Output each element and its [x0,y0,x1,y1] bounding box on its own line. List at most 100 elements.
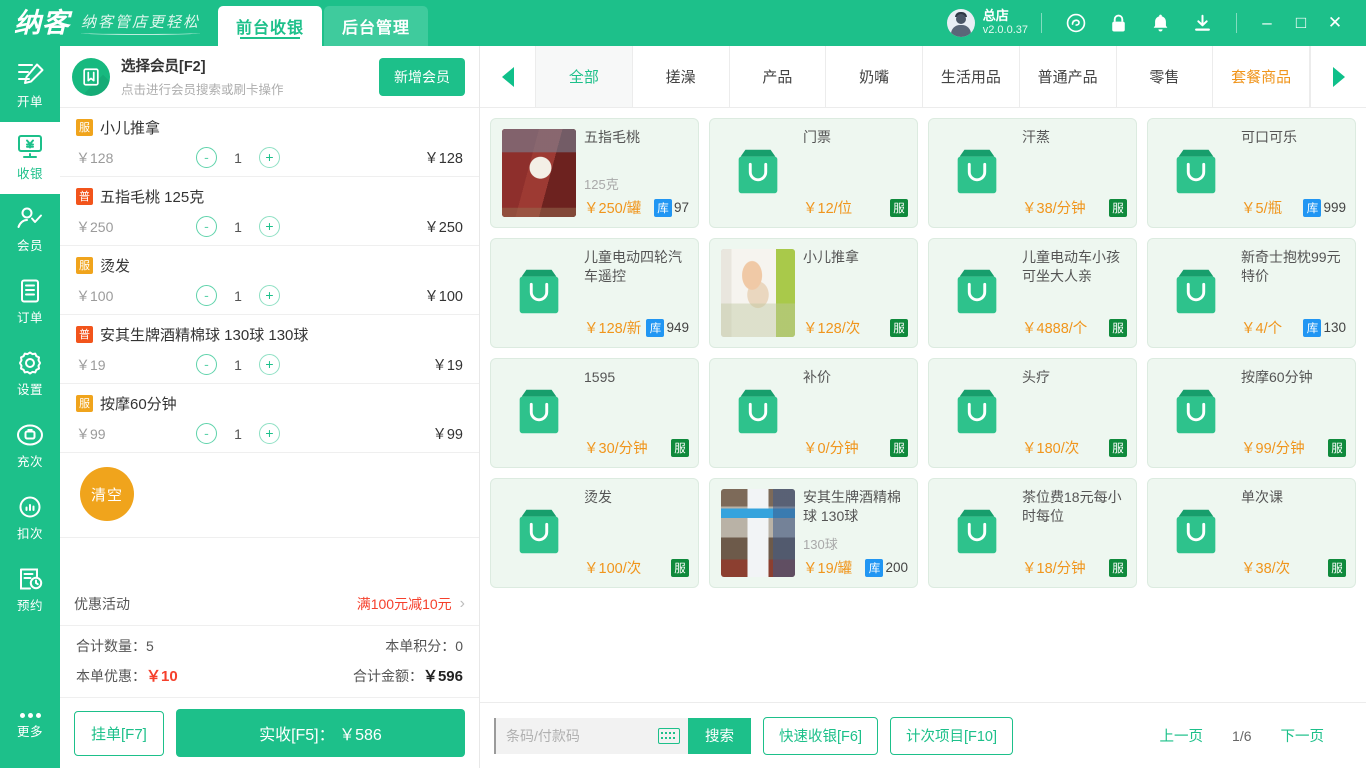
product-card[interactable]: 汗蒸￥38/分钟服 [928,118,1137,228]
tab-backend-management[interactable]: 后台管理 [324,6,428,46]
member-select-subtitle: 点击进行会员搜索或刷卡操作 [121,79,284,98]
sidebar-item-yuyue[interactable]: 预约 [0,554,60,626]
product-card[interactable]: 补价￥0/分钟服 [709,358,918,468]
increase-quantity-button[interactable]: + [259,354,280,375]
category-tab-bar: 全部 搓澡 产品 奶嘴 生活用品 普通产品 零售 套餐商品 [480,46,1366,108]
stock-count: 999 [1323,200,1346,215]
sidebar-label: 开单 [17,91,43,110]
pos-application: 纳客 纳客管店更轻松 前台收银 后台管理 总店 v2.0.0.37 [0,0,1366,768]
decrease-quantity-button[interactable]: - [196,216,217,237]
product-card[interactable]: 茶位费18元每小时每位￥18/分钟服 [928,478,1137,588]
tab-front-cashier[interactable]: 前台收银 [218,6,322,46]
count-item-button[interactable]: 计次项目[F10] [890,717,1013,755]
bag-icon [1157,128,1235,218]
product-card[interactable]: 儿童电动四轮汽车遥控￥128/新库949 [490,238,699,348]
prev-page-button[interactable]: 上一页 [1138,719,1220,753]
product-card[interactable]: 单次课￥38/次服 [1147,478,1356,588]
decrease-quantity-button[interactable]: - [196,354,217,375]
cart-row[interactable]: 普 五指毛桃 125克 ￥250 - 1 + ￥250 [60,177,479,246]
add-member-button[interactable]: 新增会员 [379,58,465,96]
user-box[interactable]: 总店 v2.0.0.37 [947,9,1028,37]
product-card[interactable]: 五指毛桃125克￥250/罐库97 [490,118,699,228]
product-card[interactable]: 1595￥30/分钟服 [490,358,699,468]
search-input[interactable] [506,728,646,744]
sidebar-item-kaidan[interactable]: 开单 [0,50,60,122]
product-card-body: 小儿推拿￥128/次服 [797,248,908,338]
product-name: 补价 [803,368,908,387]
cart-item-total: ￥19 [432,354,463,375]
sidebar-item-more[interactable]: 更多 [0,690,60,762]
headset-icon[interactable] [1061,8,1091,38]
decrease-quantity-button[interactable]: - [196,423,217,444]
product-card[interactable]: 新奇士抱枕99元特价￥4/个库130 [1147,238,1356,348]
promotion-row[interactable]: 优惠活动 满100元减10元 › [60,583,479,626]
product-card-body: 按摩60分钟￥99/分钟服 [1235,368,1346,458]
category-tab-all[interactable]: 全部 [536,46,633,107]
decrease-quantity-button[interactable]: - [196,147,217,168]
product-card[interactable]: 按摩60分钟￥99/分钟服 [1147,358,1356,468]
checkout-button[interactable]: 实收[F5]： ￥586 [176,709,465,757]
sidebar-label: 预约 [17,595,43,614]
close-button[interactable]: ✕ [1318,6,1352,40]
product-name: 可口可乐 [1241,128,1346,147]
search-input-wrap [494,718,688,754]
increase-quantity-button[interactable]: + [259,285,280,306]
bag-icon [938,488,1016,578]
cart-row[interactable]: 服 小儿推拿 ￥128 - 1 + ￥128 [60,108,479,177]
product-card-footer: ￥99/分钟服 [1241,437,1346,458]
sidebar-item-dingdan[interactable]: 订单 [0,266,60,338]
product-card[interactable]: 门票￥12/位服 [709,118,918,228]
quantity-stepper: - 1 + [196,354,280,375]
hold-order-button[interactable]: 挂单[F7] [74,711,164,756]
minimize-button[interactable]: – [1250,6,1284,40]
category-tab-chanpin[interactable]: 产品 [730,46,827,107]
increase-quantity-button[interactable]: + [259,423,280,444]
product-card[interactable]: 烫发￥100/次服 [490,478,699,588]
sidebar-item-kouci[interactable]: 扣次 [0,482,60,554]
keyboard-icon[interactable] [658,728,680,744]
category-tab-putongchanpin[interactable]: 普通产品 [1020,46,1117,107]
product-price: ￥5/瓶 [1241,197,1282,218]
cart-row[interactable]: 服 按摩60分钟 ￥99 - 1 + ￥99 [60,384,479,453]
product-card[interactable]: 安其生牌酒精棉球 130球130球￥19/罐库200 [709,478,918,588]
clear-cart-button[interactable]: 清空 [80,467,134,521]
download-icon[interactable] [1187,8,1217,38]
cart-row[interactable]: 服 烫发 ￥100 - 1 + ￥100 [60,246,479,315]
increase-quantity-button[interactable]: + [259,147,280,168]
quick-cashier-button[interactable]: 快速收银[F6] [763,717,878,755]
maximize-button[interactable]: □ [1284,6,1318,40]
product-card[interactable]: 小儿推拿￥128/次服 [709,238,918,348]
category-tab-lingshou[interactable]: 零售 [1117,46,1214,107]
cart-row[interactable]: 普 安其生牌酒精棉球 130球 130球 ￥19 - 1 + ￥19 [60,315,479,384]
increase-quantity-button[interactable]: + [259,216,280,237]
product-card[interactable]: 头疗￥180/次服 [928,358,1137,468]
category-tab-cuozao[interactable]: 搓澡 [633,46,730,107]
sidebar-item-chongci[interactable]: 充次 [0,410,60,482]
product-name: 门票 [803,128,908,147]
sidebar-item-huiyuan[interactable]: 会员 [0,194,60,266]
product-card-footer: ￥38/次服 [1241,557,1346,578]
sidebar-label: 扣次 [17,523,43,542]
sidebar-item-shouyin[interactable]: 收银 [0,122,60,194]
cart-item-price: ￥100 [76,286,196,306]
category-tab-naizui[interactable]: 奶嘴 [826,46,923,107]
member-select-bar[interactable]: 选择会员[F2] 点击进行会员搜索或刷卡操作 新增会员 [60,46,479,108]
lock-icon[interactable] [1103,8,1133,38]
category-tab-taocanshangpin[interactable]: 套餐商品 [1213,46,1310,107]
search-button[interactable]: 搜索 [688,718,751,754]
product-price: ￥18/分钟 [1022,557,1086,578]
sidebar-item-shezhi[interactable]: 设置 [0,338,60,410]
category-tab-shenghuoyongpin[interactable]: 生活用品 [923,46,1020,107]
bell-icon[interactable] [1145,8,1175,38]
bag-icon [1157,248,1235,338]
cart-item-qty: 1 [217,357,259,373]
product-card[interactable]: 儿童电动车小孩可坐大人亲￥4888/个服 [928,238,1137,348]
product-card[interactable]: 可口可乐￥5/瓶库999 [1147,118,1356,228]
bag-icon [508,384,570,442]
service-badge: 服 [1328,439,1346,457]
category-prev-button[interactable] [480,46,536,107]
category-next-button[interactable] [1310,46,1366,107]
decrease-quantity-button[interactable]: - [196,285,217,306]
next-page-button[interactable]: 下一页 [1265,719,1347,753]
sidebar-label: 会员 [17,235,43,254]
